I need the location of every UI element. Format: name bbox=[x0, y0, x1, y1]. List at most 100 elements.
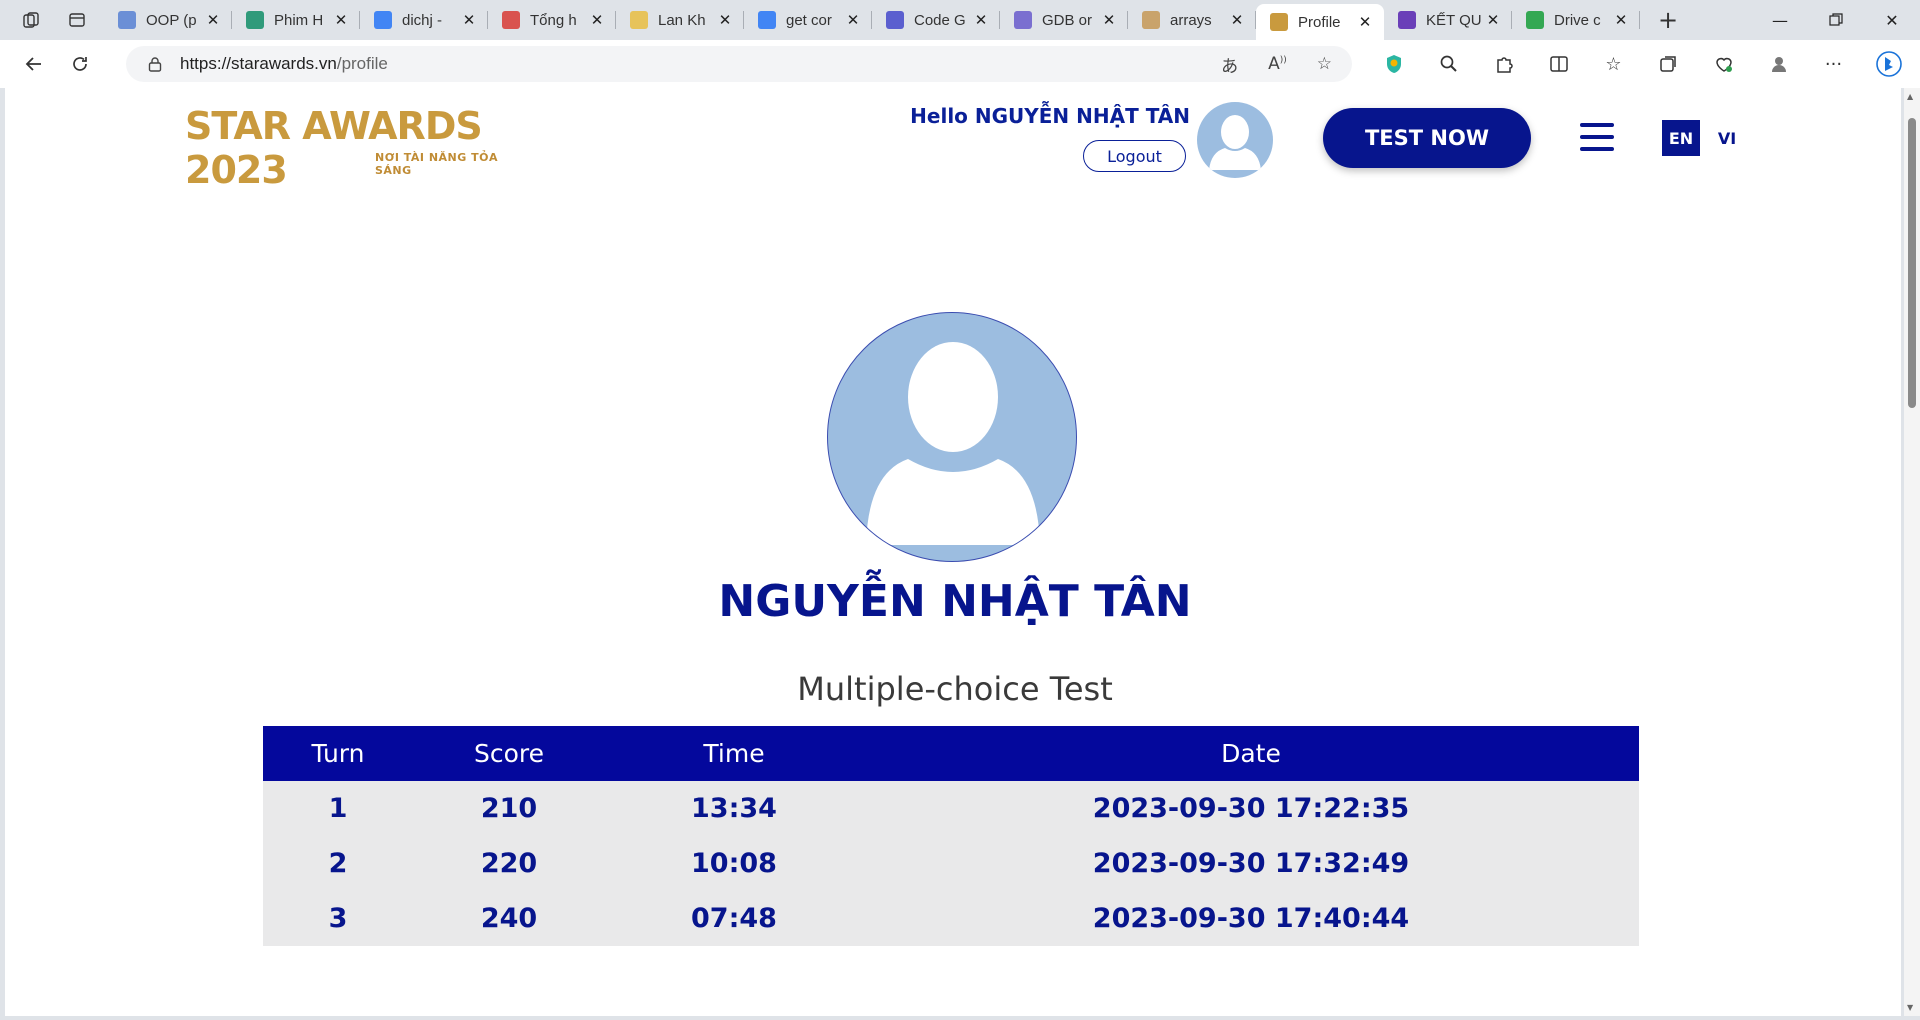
browser-tab[interactable]: KẾT QU ✕ bbox=[1384, 0, 1512, 40]
browser-tab[interactable]: arrays ✕ bbox=[1128, 0, 1256, 40]
table-row: 2 220 10:08 2023-09-30 17:32:49 bbox=[263, 836, 1639, 891]
split-screen-icon[interactable] bbox=[1531, 44, 1586, 84]
address-bar[interactable]: https://starawards.vn/profile あ A)) ☆ bbox=[126, 46, 1352, 82]
close-tab-icon[interactable]: ✕ bbox=[972, 11, 990, 29]
close-tab-icon[interactable]: ✕ bbox=[204, 11, 222, 29]
new-tab-button[interactable]: + bbox=[1648, 0, 1688, 40]
extension-badge-icon[interactable] bbox=[1366, 44, 1421, 84]
robot-icon bbox=[886, 11, 904, 29]
tab-title: Phim H bbox=[274, 11, 324, 29]
google-icon bbox=[374, 11, 392, 29]
browser-tab[interactable]: Tổng h ✕ bbox=[488, 0, 616, 40]
star-icon bbox=[1270, 13, 1288, 31]
close-tab-icon[interactable]: ✕ bbox=[588, 11, 606, 29]
close-tab-icon[interactable]: ✕ bbox=[716, 11, 734, 29]
star-awards-logo[interactable]: STAR AWARDS 2023 NƠI TÀI NĂNG TỎA SÁNG bbox=[185, 100, 535, 192]
favorite-star-icon[interactable]: ☆ bbox=[1317, 54, 1332, 74]
close-tab-icon[interactable]: ✕ bbox=[1100, 11, 1118, 29]
leaf-icon bbox=[1142, 11, 1160, 29]
greeting-text: Hello NGUYỄN NHẬT TÂN bbox=[910, 104, 1190, 128]
table-row: 1 210 13:34 2023-09-30 17:22:35 bbox=[263, 781, 1639, 836]
profile-avatar bbox=[827, 312, 1077, 562]
logout-button[interactable]: Logout bbox=[1083, 140, 1186, 172]
cell-turn: 3 bbox=[263, 891, 413, 946]
header-time: Time bbox=[605, 726, 863, 781]
address-bar-tools: あ A)) ☆ bbox=[1221, 46, 1332, 82]
close-tab-icon[interactable]: ✕ bbox=[460, 11, 478, 29]
cell-turn: 1 bbox=[263, 781, 413, 836]
header-date: Date bbox=[863, 726, 1639, 781]
scroll-thumb[interactable] bbox=[1908, 118, 1916, 408]
window-controls: — ✕ bbox=[1752, 0, 1920, 40]
browser-tab[interactable]: Profile ✕ bbox=[1256, 4, 1384, 40]
browser-tab[interactable]: Lan Kh ✕ bbox=[616, 0, 744, 40]
browser-tab[interactable]: Phim H ✕ bbox=[232, 0, 360, 40]
browser-tab[interactable]: Drive c ✕ bbox=[1512, 0, 1640, 40]
restore-button[interactable] bbox=[1808, 0, 1864, 40]
lock-icon bbox=[148, 57, 162, 72]
browser-tab-strip: OOP (p ✕ Phim H ✕ dichj - ✕ Tổng h ✕ Lan Kh ✕ get … bbox=[0, 0, 1920, 40]
header-avatar[interactable] bbox=[1197, 102, 1273, 178]
tab-title: Drive c bbox=[1554, 11, 1601, 29]
tab-title: KẾT QU bbox=[1426, 11, 1482, 29]
close-tab-icon[interactable]: ✕ bbox=[1484, 11, 1502, 29]
header-score: Score bbox=[413, 726, 605, 781]
hamburger-menu-icon[interactable] bbox=[1580, 123, 1614, 151]
cell-date: 2023-09-30 17:22:35 bbox=[863, 781, 1639, 836]
browser-tab[interactable]: dichj - ✕ bbox=[360, 0, 488, 40]
test-now-button[interactable]: TEST NOW bbox=[1323, 108, 1531, 168]
logo-text: STAR AWARDS 2023 bbox=[185, 104, 483, 192]
language-vi-button[interactable]: VI bbox=[1712, 120, 1742, 156]
cell-time: 13:34 bbox=[605, 781, 863, 836]
test-results-table: Turn Score Time Date 1 210 13:34 2023-09… bbox=[263, 726, 1639, 946]
workspaces-icon[interactable] bbox=[12, 0, 50, 40]
more-menu-icon[interactable]: ··· bbox=[1806, 44, 1861, 84]
section-title: Multiple-choice Test bbox=[797, 670, 1113, 708]
zoom-icon[interactable] bbox=[1421, 44, 1476, 84]
close-tab-icon[interactable]: ✕ bbox=[844, 11, 862, 29]
user-silhouette-icon bbox=[866, 342, 1040, 545]
drive-icon bbox=[1526, 11, 1544, 29]
cell-date: 2023-09-30 17:32:49 bbox=[863, 836, 1639, 891]
close-tab-icon[interactable]: ✕ bbox=[1612, 11, 1630, 29]
close-tab-icon[interactable]: ✕ bbox=[1228, 11, 1246, 29]
chatgpt-icon bbox=[246, 11, 264, 29]
close-window-button[interactable]: ✕ bbox=[1864, 0, 1920, 40]
tab-title: arrays bbox=[1170, 11, 1212, 29]
cell-time: 07:48 bbox=[605, 891, 863, 946]
back-button[interactable] bbox=[14, 44, 54, 84]
profile-icon[interactable] bbox=[1751, 44, 1806, 84]
form-icon bbox=[1398, 11, 1416, 29]
tab-actions-icon[interactable] bbox=[58, 0, 96, 40]
browser-tab[interactable]: OOP (p ✕ bbox=[104, 0, 232, 40]
n-icon bbox=[630, 11, 648, 29]
tab-title: Lan Kh bbox=[658, 11, 706, 29]
close-tab-icon[interactable]: ✕ bbox=[332, 11, 350, 29]
tab-title: Code G bbox=[914, 11, 966, 29]
web-page: STAR AWARDS 2023 NƠI TÀI NĂNG TỎA SÁNG H… bbox=[5, 88, 1901, 1016]
translate-icon[interactable]: あ bbox=[1221, 52, 1238, 77]
tab-title: GDB or bbox=[1042, 11, 1093, 29]
read-aloud-icon[interactable]: A)) bbox=[1268, 54, 1287, 74]
reload-button[interactable] bbox=[60, 44, 100, 84]
favorites-icon[interactable]: ☆ bbox=[1586, 44, 1641, 84]
browser-essentials-icon[interactable] bbox=[1696, 44, 1751, 84]
cell-score: 210 bbox=[413, 781, 605, 836]
language-en-button[interactable]: EN bbox=[1662, 120, 1700, 156]
scroll-down-arrow[interactable]: ▼ bbox=[1907, 1003, 1913, 1012]
url-host: https://starawards.vn bbox=[180, 54, 337, 73]
logo-tagline: NƠI TÀI NĂNG TỎA SÁNG bbox=[375, 151, 498, 177]
page-scrollbar[interactable]: ▲ ▼ bbox=[1904, 88, 1920, 1016]
browser-tab[interactable]: get cor ✕ bbox=[744, 0, 872, 40]
google-icon bbox=[758, 11, 776, 29]
copilot-icon[interactable] bbox=[1861, 44, 1916, 84]
browser-tab[interactable]: Code G ✕ bbox=[872, 0, 1000, 40]
scroll-up-arrow[interactable]: ▲ bbox=[1907, 92, 1913, 101]
extensions-puzzle-icon[interactable] bbox=[1476, 44, 1531, 84]
cell-turn: 2 bbox=[263, 836, 413, 891]
browser-tab[interactable]: GDB or ✕ bbox=[1000, 0, 1128, 40]
cell-time: 10:08 bbox=[605, 836, 863, 891]
close-tab-icon[interactable]: ✕ bbox=[1356, 13, 1374, 31]
collections-icon[interactable] bbox=[1641, 44, 1696, 84]
minimize-button[interactable]: — bbox=[1752, 0, 1808, 40]
